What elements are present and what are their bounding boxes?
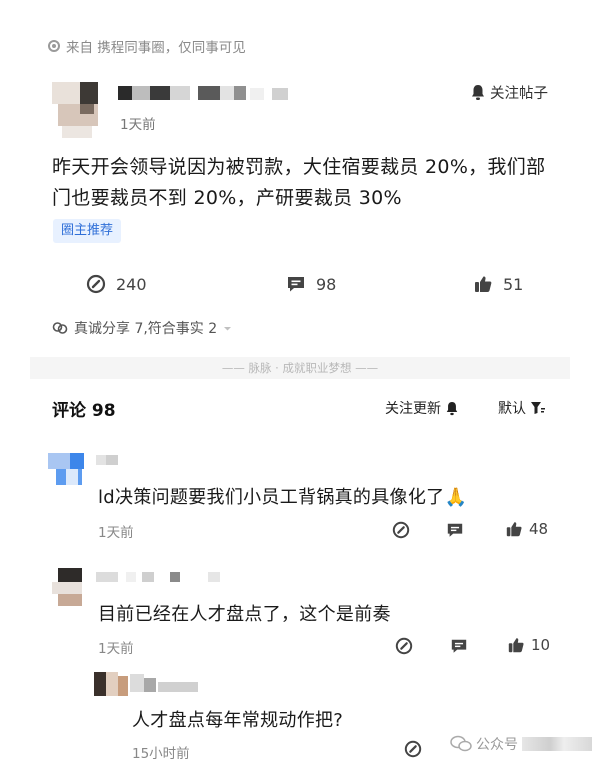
comment-2-reply-icon[interactable] (395, 637, 413, 655)
bell-icon (472, 85, 484, 100)
reply-text: 人才盘点每年常规动作把? (132, 710, 344, 731)
watermark-name-blur (522, 737, 592, 751)
chevron-down-icon (224, 326, 232, 330)
thumbs-up-icon (506, 522, 522, 537)
follow-post-button[interactable]: 关注帖子 (470, 82, 548, 103)
watermark-label: 公众号 (476, 737, 518, 753)
sort-default-label: 默认 (498, 401, 526, 417)
comment-2-message-icon[interactable] (450, 637, 468, 655)
message-count-button[interactable]: 98 (286, 272, 336, 296)
comments-title: 评论 98 (52, 401, 116, 421)
source-text: 来自 携程同事圈，仅同事可见 (66, 40, 246, 56)
like-count: 51 (503, 274, 524, 294)
rating-icon (52, 322, 68, 334)
bell-icon (446, 401, 458, 415)
reply-time: 15小时前 (132, 746, 190, 762)
like-button[interactable]: 51 (473, 272, 523, 296)
comment-1-time: 1天前 (98, 525, 134, 541)
truth-rating[interactable]: 真诚分享 7,符合事实 2 (52, 318, 232, 338)
reply-compose-icon[interactable] (404, 740, 422, 758)
filter-icon (531, 402, 545, 414)
comment-1-message-icon[interactable] (446, 521, 464, 539)
comment-2-time: 1天前 (98, 641, 134, 657)
thumbs-up-icon (508, 638, 524, 653)
comment-count: 240 (116, 274, 147, 294)
post-source: 来自 携程同事圈，仅同事可见 (48, 36, 246, 56)
comment-1-reply-icon[interactable] (392, 521, 410, 539)
praying-hands-icon: 🙏 (444, 487, 468, 508)
wechat-icon (450, 735, 472, 752)
sort-default-button[interactable]: 默认 (498, 398, 545, 418)
follow-post-label: 关注帖子 (490, 86, 548, 102)
divider-slogan: —— 脉脉 · 成就职业梦想 —— (221, 361, 379, 375)
thumbs-up-icon (475, 276, 492, 292)
comment-1-like-count: 48 (529, 520, 549, 538)
compose-icon (86, 274, 106, 294)
comment-2-text: 目前已经在人才盘点了，这个是前奏 (98, 604, 391, 625)
recommend-tag: 圈主推荐 (53, 219, 122, 243)
message-count: 98 (316, 274, 337, 294)
comment-count-button[interactable]: 240 (86, 272, 147, 296)
comment-2-like-button[interactable]: 10 (507, 636, 550, 654)
truth-rating-text: 真诚分享 7,符合事实 2 (74, 321, 218, 337)
post-body: 昨天开会领导说因为被罚款，大住宿要裁员 20%，我们部门也要裁员不到 20%，产… (52, 156, 546, 209)
sort-follow-button[interactable]: 关注更新 (385, 398, 459, 418)
comment-1-text: ld决策问题要我们小员工背锅真的具像化了🙏 (98, 487, 468, 508)
sort-follow-label: 关注更新 (385, 401, 441, 417)
post-time: 1天前 (120, 117, 156, 133)
watermark: 公众号 (450, 734, 592, 754)
comment-2-like-count: 10 (531, 636, 551, 654)
source-icon (48, 40, 60, 52)
message-icon (288, 277, 304, 292)
comment-1-like-button[interactable]: 48 (505, 520, 548, 538)
